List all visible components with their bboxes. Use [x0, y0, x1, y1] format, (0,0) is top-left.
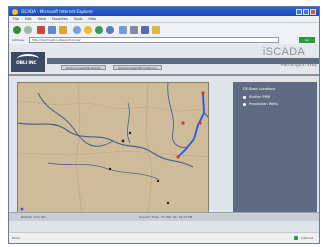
close-button[interactable] [310, 8, 316, 15]
legend-item-label: Station PRM [249, 95, 271, 99]
station-marker[interactable] [181, 121, 185, 125]
zone-label: Internet [301, 236, 313, 240]
tab-area-roster[interactable]: Global Area/Dist Roster [61, 65, 106, 70]
history-icon[interactable] [106, 26, 114, 34]
radio-icon [243, 95, 246, 99]
app-brand: iSCADA [262, 46, 305, 58]
refresh-time: Refresh 1:01 Pm [21, 215, 46, 219]
location-name: Farmington Way [280, 62, 318, 68]
logo-text: OBLI INC [16, 61, 37, 66]
page-footer: Refresh 1:01 Pm Current Time : Fri Mar 1… [9, 212, 319, 221]
menu-favorites[interactable]: Favorites [52, 16, 68, 22]
media-icon[interactable] [95, 26, 103, 34]
toolbar [9, 23, 319, 37]
menu-bar: File Edit View Favorites Tools Help [9, 16, 319, 23]
current-time: Current Time : Fri Mar 10, 12:15 PM [139, 215, 193, 219]
menu-help[interactable]: Help [88, 16, 96, 22]
town-marker[interactable] [108, 167, 112, 171]
station-marker[interactable] [198, 121, 202, 125]
home-icon[interactable] [59, 26, 67, 34]
town-marker[interactable] [156, 179, 160, 183]
title-bar: iSCADA - Microsoft Internet Explorer [9, 7, 319, 16]
mail-icon[interactable] [119, 26, 127, 34]
window-title: iSCADA - Microsoft Internet Explorer [21, 9, 94, 14]
status-text: Done [12, 236, 20, 240]
town-marker[interactable] [121, 139, 125, 143]
town-marker[interactable] [166, 201, 170, 205]
station-marker[interactable] [176, 155, 180, 159]
security-zone: Internet [294, 236, 313, 240]
maximize-button[interactable] [303, 8, 309, 15]
page-content: OBLI INC iSCADA Farmington Way Global Ar… [9, 44, 319, 235]
area-map[interactable] [17, 82, 209, 214]
ie-icon [12, 8, 18, 15]
company-logo: OBLI INC [11, 52, 45, 72]
radio-icon [243, 102, 246, 106]
stop-icon[interactable] [37, 26, 45, 34]
header-bar [47, 58, 319, 64]
map-land [18, 83, 208, 213]
menu-view[interactable]: View [38, 16, 46, 22]
menu-tools[interactable]: Tools [74, 16, 83, 22]
address-label: Address [12, 38, 24, 42]
go-button[interactable]: Go [299, 37, 315, 43]
back-icon[interactable] [13, 26, 21, 34]
forward-icon[interactable] [24, 26, 32, 34]
messenger-icon[interactable] [152, 26, 160, 34]
legend-item-label: Production Wells [249, 102, 278, 106]
menu-file[interactable]: File [13, 16, 19, 22]
map-canvas [18, 83, 208, 213]
legend-panel: DE-Base Locations Station PRM Production… [233, 82, 317, 212]
legend-marker [20, 207, 24, 211]
menu-edit[interactable]: Edit [25, 16, 32, 22]
edit-icon[interactable] [141, 26, 149, 34]
legend-item[interactable]: Station PRM [243, 95, 270, 99]
minimize-button[interactable] [296, 8, 302, 15]
search-icon[interactable] [73, 26, 81, 34]
print-icon[interactable] [130, 26, 138, 34]
window-controls [296, 8, 316, 15]
legend-item[interactable]: Production Wells [243, 102, 278, 106]
legend-title: DE-Base Locations [243, 87, 276, 91]
town-marker[interactable] [128, 131, 132, 135]
browser-window: iSCADA - Microsoft Internet Explorer Fil… [8, 6, 320, 244]
refresh-icon[interactable] [48, 26, 56, 34]
tab-area-positions[interactable]: Global Area/Dist Positions [113, 65, 162, 70]
globe-icon [294, 236, 299, 240]
status-bar: Done Internet [9, 232, 319, 243]
address-input[interactable]: http://farmington.sfasouth.local/ [29, 37, 279, 43]
station-marker[interactable] [201, 91, 205, 95]
page-header: OBLI INC iSCADA Farmington Way Global Ar… [9, 44, 319, 76]
favorites-icon[interactable] [84, 26, 92, 34]
